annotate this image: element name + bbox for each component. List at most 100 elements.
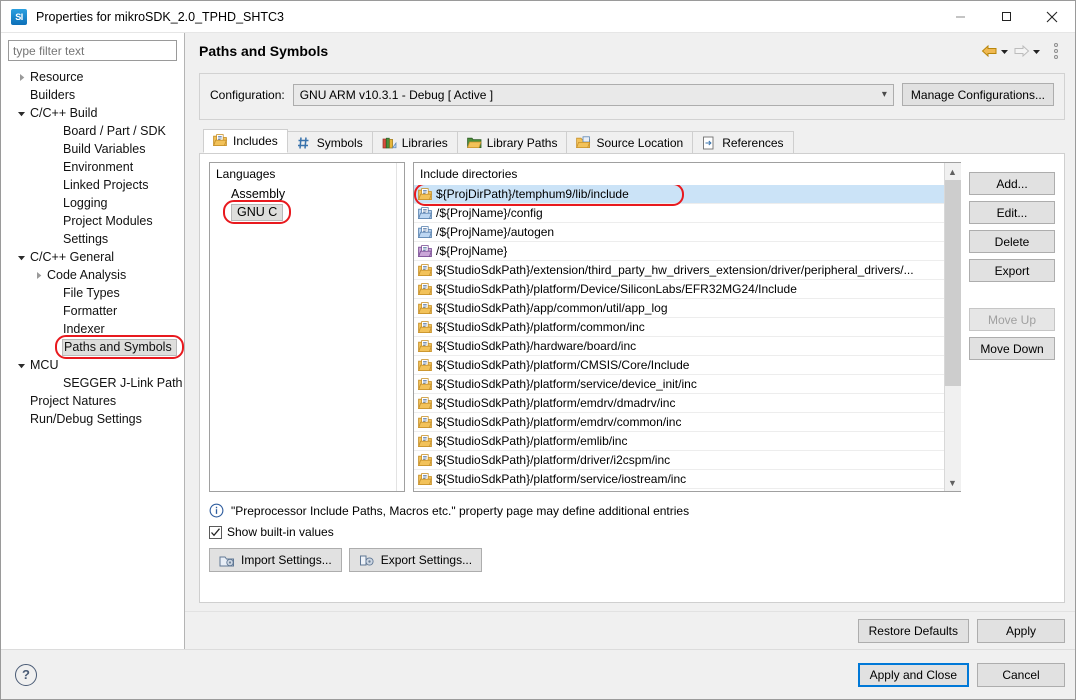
orange-folder-icon bbox=[417, 415, 433, 429]
sidebar-item-c-c-build[interactable]: C/C++ Build bbox=[1, 104, 184, 122]
sidebar-item-segger-j-link-path[interactable]: SEGGER J-Link Path bbox=[1, 374, 184, 392]
scroll-down-icon[interactable]: ▼ bbox=[944, 474, 961, 491]
include-directory-row[interactable]: ${StudioSdkPath}/platform/emlib/inc bbox=[414, 432, 944, 451]
sidebar-item-label: File Types bbox=[63, 286, 120, 300]
info-note-row: "Preprocessor Include Paths, Macros etc.… bbox=[209, 503, 1055, 518]
minimize-button[interactable] bbox=[937, 1, 983, 32]
chevron-down-icon bbox=[1001, 49, 1008, 54]
include-directory-row[interactable]: ${StudioSdkPath}/platform/service/device… bbox=[414, 375, 944, 394]
info-note-text: "Preprocessor Include Paths, Macros etc.… bbox=[231, 503, 690, 518]
tab-label: Library Paths bbox=[486, 135, 558, 150]
sidebar-item-environment[interactable]: Environment bbox=[1, 158, 184, 176]
tab-includes[interactable]: Includes bbox=[203, 129, 288, 153]
include-directory-row[interactable]: ${StudioSdkPath}/platform/driver/i2cspm/… bbox=[414, 451, 944, 470]
chevron-down-icon[interactable] bbox=[13, 253, 29, 262]
sidebar-item-label: Settings bbox=[63, 232, 109, 246]
scrollbar-track[interactable] bbox=[944, 180, 961, 474]
cancel-button[interactable]: Cancel bbox=[977, 662, 1065, 687]
sidebar-item-formatter[interactable]: Formatter bbox=[1, 302, 184, 320]
scrollbar-thumb[interactable] bbox=[944, 180, 961, 386]
apply-and-close-button[interactable]: Apply and Close bbox=[857, 662, 969, 687]
view-menu-icon[interactable] bbox=[1048, 43, 1064, 59]
show-builtin-values-label: Show built-in values bbox=[227, 525, 334, 539]
tab-source-location[interactable]: Source Location bbox=[566, 131, 694, 153]
include-directory-row[interactable]: ${StudioSdkPath}/app/common/util/app_log bbox=[414, 299, 944, 318]
tab-symbols[interactable]: Symbols bbox=[286, 131, 373, 153]
sidebar-item-mcu[interactable]: MCU bbox=[1, 356, 184, 374]
button-group-spacer bbox=[969, 288, 1055, 302]
sidebar-item-board-part-sdk[interactable]: Board / Part / SDK bbox=[1, 122, 184, 140]
sidebar-item-resource[interactable]: Resource bbox=[1, 68, 184, 86]
include-directory-row[interactable]: ${StudioSdkPath}/hardware/board/inc bbox=[414, 337, 944, 356]
orange-folder-icon bbox=[417, 320, 433, 334]
include-directory-path: ${StudioSdkPath}/platform/emlib/inc bbox=[436, 434, 628, 448]
sidebar-item-settings[interactable]: Settings bbox=[1, 230, 184, 248]
filter-input[interactable] bbox=[8, 40, 177, 61]
sidebar-item-run-debug-settings[interactable]: Run/Debug Settings bbox=[1, 410, 184, 428]
move-down-button[interactable]: Move Down bbox=[969, 337, 1055, 360]
include-directories-scrollbar[interactable]: ▲ ▼ bbox=[944, 163, 961, 491]
sidebar-item-label: Logging bbox=[63, 196, 108, 210]
include-directory-row[interactable]: ${StudioSdkPath}/extension/third_party_h… bbox=[414, 261, 944, 280]
include-directory-path: /${ProjName}/autogen bbox=[436, 225, 555, 239]
include-directories-header: Include directories bbox=[414, 163, 944, 185]
tab-libraries[interactable]: Libraries bbox=[371, 131, 458, 153]
sidebar-item-c-c-general[interactable]: C/C++ General bbox=[1, 248, 184, 266]
include-directory-row[interactable]: ${StudioSdkPath}/platform/common/inc bbox=[414, 318, 944, 337]
sidebar-item-indexer[interactable]: Indexer bbox=[1, 320, 184, 338]
include-directory-row[interactable]: ${ProjDirPath}/temphum9/lib/include bbox=[414, 185, 944, 204]
configuration-dropdown[interactable]: GNU ARM v10.3.1 - Debug [ Active ] ▾ bbox=[292, 83, 894, 106]
include-directory-row[interactable]: ${StudioSdkPath}/platform/service/iostre… bbox=[414, 470, 944, 489]
chevron-right-icon[interactable] bbox=[30, 271, 46, 280]
sidebar-item-file-types[interactable]: File Types bbox=[1, 284, 184, 302]
export-settings-button[interactable]: Export Settings... bbox=[348, 548, 483, 572]
include-directory-row[interactable]: ${StudioSdkPath}/platform/emdrv/dmadrv/i… bbox=[414, 394, 944, 413]
include-directory-row[interactable]: ${StudioSdkPath}/platform/emdrv/common/i… bbox=[414, 413, 944, 432]
help-icon[interactable]: ? bbox=[15, 663, 37, 686]
add-button[interactable]: Add... bbox=[969, 172, 1055, 195]
include-directory-row[interactable]: /${ProjName} bbox=[414, 242, 944, 261]
apply-button[interactable]: Apply bbox=[977, 618, 1065, 643]
edit-button[interactable]: Edit... bbox=[969, 201, 1055, 224]
include-directory-path: ${StudioSdkPath}/platform/service/iostre… bbox=[436, 472, 687, 486]
show-builtin-values-row[interactable]: Show built-in values bbox=[209, 525, 1055, 539]
forward-arrow-icon bbox=[1014, 44, 1030, 58]
move-up-button: Move Up bbox=[969, 308, 1055, 331]
orange-folder-icon bbox=[417, 396, 433, 410]
settings-io-buttons: Import Settings... Export Settings... bbox=[209, 548, 1055, 572]
sidebar-item-project-natures[interactable]: Project Natures bbox=[1, 392, 184, 410]
close-button[interactable] bbox=[1029, 1, 1075, 32]
sidebar-item-code-analysis[interactable]: Code Analysis bbox=[1, 266, 184, 284]
language-item[interactable]: Assembly bbox=[210, 185, 396, 203]
chevron-right-icon[interactable] bbox=[13, 73, 29, 82]
languages-scrollbar[interactable] bbox=[396, 163, 404, 491]
tab-references[interactable]: References bbox=[692, 131, 794, 153]
sidebar-item-linked-projects[interactable]: Linked Projects bbox=[1, 176, 184, 194]
chevron-down-icon[interactable] bbox=[13, 109, 29, 118]
manage-configurations-button[interactable]: Manage Configurations... bbox=[901, 83, 1054, 106]
maximize-button[interactable] bbox=[983, 1, 1029, 32]
import-settings-button[interactable]: Import Settings... bbox=[209, 548, 342, 572]
back-button[interactable] bbox=[981, 44, 1009, 58]
delete-button[interactable]: Delete bbox=[969, 230, 1055, 253]
sidebar-item-paths-and-symbols[interactable]: Paths and Symbols bbox=[1, 338, 184, 356]
sidebar-item-project-modules[interactable]: Project Modules bbox=[1, 212, 184, 230]
languages-list[interactable]: Assembly GNU C bbox=[210, 185, 396, 491]
include-directory-row[interactable]: ${StudioSdkPath}/platform/Device/Silicon… bbox=[414, 280, 944, 299]
forward-button[interactable] bbox=[1013, 44, 1041, 58]
include-directory-row[interactable]: /${ProjName}/autogen bbox=[414, 223, 944, 242]
restore-defaults-button[interactable]: Restore Defaults bbox=[857, 618, 969, 643]
sidebar-item-logging[interactable]: Logging bbox=[1, 194, 184, 212]
chevron-down-icon[interactable] bbox=[13, 361, 29, 370]
tab-label: Symbols bbox=[316, 135, 363, 150]
tab-library-paths[interactable]: Library Paths bbox=[456, 131, 568, 153]
show-builtin-values-checkbox[interactable] bbox=[209, 525, 222, 539]
include-directory-row[interactable]: /${ProjName}/config bbox=[414, 204, 944, 223]
language-item[interactable]: GNU C bbox=[210, 203, 396, 221]
sidebar-item-build-variables[interactable]: Build Variables bbox=[1, 140, 184, 158]
sidebar-item-builders[interactable]: Builders bbox=[1, 86, 184, 104]
include-directory-row[interactable]: ${StudioSdkPath}/platform/CMSIS/Core/Inc… bbox=[414, 356, 944, 375]
scroll-up-icon[interactable]: ▲ bbox=[944, 163, 961, 180]
include-directories-list[interactable]: ${ProjDirPath}/temphum9/lib/include /${Pr… bbox=[414, 185, 944, 491]
export-button[interactable]: Export bbox=[969, 259, 1055, 282]
